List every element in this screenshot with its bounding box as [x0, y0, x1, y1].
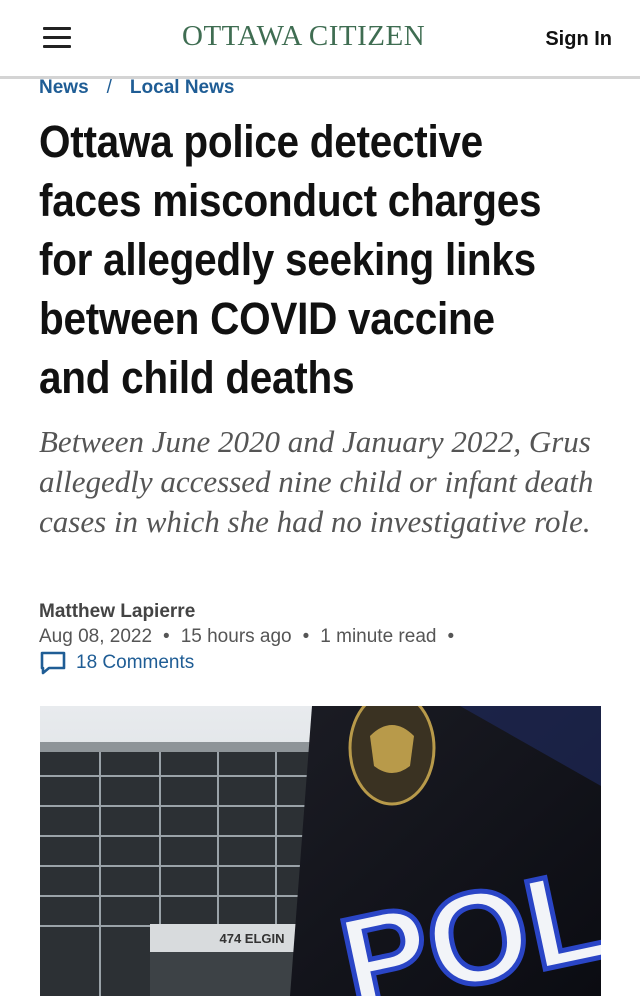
meta-dot: •: [302, 626, 310, 647]
comments-link[interactable]: 18 Comments: [39, 650, 194, 676]
article-meta: Aug 08, 2022 • 15 hours ago • 1 minute read •: [39, 626, 465, 648]
site-logo[interactable]: OTTAWA CITIZEN: [182, 20, 425, 53]
meta-dot: •: [163, 626, 170, 647]
time-ago: 15 hours ago: [180, 626, 292, 647]
comment-bubble-icon: [40, 651, 66, 675]
read-time: 1 minute read: [320, 626, 437, 647]
breadcrumb-item-news[interactable]: News: [39, 77, 89, 98]
building-sign-text: 474 ELGIN: [219, 931, 284, 946]
article-headline: Ottawa police detective faces misconduct…: [39, 116, 542, 403]
meta-dot: •: [447, 626, 455, 647]
publish-date: Aug 08, 2022: [39, 626, 153, 647]
police-crest-icon: [348, 706, 436, 806]
article-photo[interactable]: 474 ELGIN POLICE: [40, 706, 601, 996]
author-name[interactable]: Matthew Lapierre: [39, 601, 195, 623]
sign-in-button[interactable]: Sign In: [545, 28, 612, 51]
breadcrumb: News / Local News: [39, 77, 234, 99]
article-dek: Between June 2020 and January 2022, Grus…: [39, 424, 594, 539]
breadcrumb-item-local-news[interactable]: Local News: [130, 77, 235, 98]
site-header: OTTAWA CITIZEN Sign In: [0, 0, 640, 79]
comments-count: 18 Comments: [76, 652, 195, 673]
hamburger-menu-icon[interactable]: [43, 27, 71, 49]
breadcrumb-separator: /: [106, 77, 112, 98]
